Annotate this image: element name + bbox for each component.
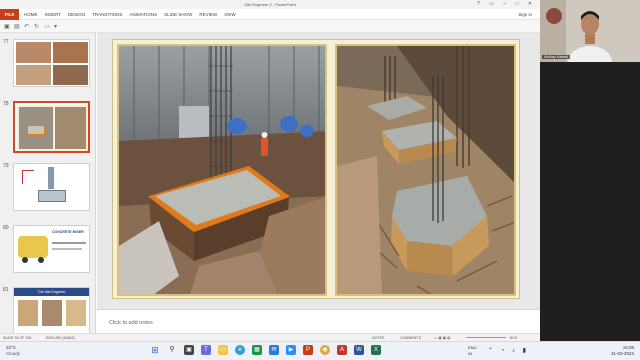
redo-icon[interactable]: ↻ bbox=[34, 23, 39, 30]
webcam-panel: Akshay Kadam bbox=[540, 0, 640, 341]
save-icon[interactable]: ▤ bbox=[14, 23, 20, 30]
task-view-icon[interactable]: ▣ bbox=[184, 345, 194, 355]
chrome-icon[interactable]: ◉ bbox=[320, 345, 330, 355]
search-icon[interactable]: ⚲ bbox=[167, 345, 177, 355]
participant-name: Akshay Kadam bbox=[542, 55, 571, 59]
slide-number: 80 bbox=[3, 225, 9, 231]
slide-thumbnail-78[interactable] bbox=[13, 101, 90, 153]
thumbnail-footing bbox=[38, 190, 66, 202]
thumbnail-line bbox=[22, 170, 34, 171]
excel-icon[interactable]: X bbox=[371, 345, 381, 355]
thumbnail-line bbox=[22, 170, 23, 184]
region-code: IN bbox=[468, 350, 472, 356]
word-icon[interactable]: W bbox=[354, 345, 364, 355]
thumbnail-photo bbox=[16, 42, 51, 63]
notes-pane[interactable]: Click to add notes bbox=[97, 309, 540, 333]
store-icon[interactable]: ▦ bbox=[252, 345, 262, 355]
footing-photo-left[interactable] bbox=[117, 44, 327, 296]
weather-widget[interactable]: 32°C Cloudy bbox=[6, 345, 20, 357]
comments-toggle[interactable]: COMMENTS bbox=[400, 336, 421, 340]
file-tab[interactable]: FILE bbox=[0, 9, 19, 20]
tab-insert[interactable]: INSERT bbox=[45, 12, 61, 17]
sign-in-link[interactable]: Sign in bbox=[518, 12, 532, 17]
window-title: Site Engineer 2 - PowerPoint bbox=[244, 2, 296, 7]
powerpoint-taskbar-icon[interactable]: P bbox=[303, 345, 313, 355]
thumbnail-caption: The Site Engineer bbox=[14, 288, 89, 296]
title-bar: Site Engineer 2 - PowerPoint ? ▭ – □ ✕ bbox=[0, 0, 540, 9]
slide-number: 81 bbox=[3, 287, 9, 293]
view-buttons-icon[interactable]: ▭ ▦ ▣ ▤ bbox=[434, 336, 451, 340]
taskbar: 32°C Cloudy ⊞ ⚲ ▣ T ▭ e ▦ ✉ ▶ P ◉ A W X … bbox=[0, 341, 640, 360]
powerpoint-logo-icon: ▣ bbox=[4, 24, 10, 30]
tab-review[interactable]: REVIEW bbox=[199, 12, 217, 17]
thumbnail-photo bbox=[66, 300, 86, 326]
start-icon[interactable]: ⊞ bbox=[150, 345, 160, 355]
notes-placeholder: Click to add notes bbox=[109, 320, 153, 326]
thumbnail-caption: CONCRETE MIXER bbox=[52, 230, 84, 234]
thumbnail-footing bbox=[27, 125, 45, 135]
tab-animations[interactable]: ANIMATIONS bbox=[129, 12, 157, 17]
thumbnail-wheel bbox=[38, 257, 44, 263]
mail-icon[interactable]: ✉ bbox=[269, 345, 279, 355]
ribbon-tabs: HOME INSERT DESIGN TRANSITIONS ANIMATION… bbox=[24, 12, 236, 17]
thumbnail-photo bbox=[55, 107, 86, 149]
slide-thumbnail-77[interactable] bbox=[13, 39, 90, 87]
language-indicator[interactable]: ENGLISH (INDIA) bbox=[46, 336, 75, 340]
current-slide[interactable] bbox=[112, 39, 520, 299]
slide-thumbnail-81[interactable]: The Site Engineer bbox=[13, 287, 90, 333]
tab-transitions[interactable]: TRANSITIONS bbox=[92, 12, 122, 17]
edge-icon[interactable]: e bbox=[235, 345, 245, 355]
quick-access-toolbar: ▣ ▤ ↶ ↻ ▭ ▾ bbox=[0, 20, 540, 33]
thumbnail-photo bbox=[53, 42, 88, 63]
thumbnail-column bbox=[48, 167, 54, 189]
taskbar-apps: ⊞ ⚲ ▣ T ▭ e ▦ ✉ ▶ P ◉ A W X bbox=[150, 345, 381, 355]
language-code: ENG bbox=[468, 345, 477, 350]
clock-date: 31-03-2022 bbox=[610, 351, 634, 356]
weather-condition: Cloudy bbox=[6, 351, 21, 356]
tab-home[interactable]: HOME bbox=[24, 12, 38, 17]
slide-thumbnail-pane[interactable]: 77 78 79 80 CONCRETE MIXER 81 The Site E… bbox=[0, 33, 96, 333]
status-bar: SLIDE 78 OF 106 ENGLISH (INDIA) NOTES CO… bbox=[0, 333, 540, 341]
slide-number: 77 bbox=[3, 39, 9, 45]
presenter-video bbox=[540, 0, 640, 62]
present-icon[interactable]: ▭ bbox=[44, 23, 50, 30]
thumbnail-wheel bbox=[22, 257, 28, 263]
slide-thumbnail-80[interactable]: CONCRETE MIXER bbox=[13, 225, 90, 273]
zoom-app-icon[interactable]: ▶ bbox=[286, 345, 296, 355]
window-controls[interactable]: ? ▭ – □ ✕ bbox=[477, 1, 536, 7]
thumbnail-photo bbox=[53, 65, 88, 85]
webcam-tile: Akshay Kadam bbox=[540, 0, 640, 62]
tab-view[interactable]: VIEW bbox=[224, 12, 236, 17]
tab-design[interactable]: DESIGN bbox=[68, 12, 85, 17]
tab-slide-show[interactable]: SLIDE SHOW bbox=[164, 12, 192, 17]
thumbnail-photo bbox=[42, 300, 62, 326]
input-language[interactable]: ENG IN bbox=[468, 345, 477, 356]
slide-counter: SLIDE 78 OF 106 bbox=[3, 336, 32, 340]
teams-icon[interactable]: T bbox=[201, 345, 211, 355]
thumbnail-photo bbox=[16, 65, 51, 85]
thumbnail-mixer bbox=[18, 236, 48, 258]
thumbnail-line bbox=[52, 242, 86, 244]
thumbnail-photo bbox=[18, 300, 38, 326]
slide-number: 78 bbox=[3, 101, 9, 107]
undo-icon[interactable]: ↶ bbox=[24, 23, 29, 30]
slide-editor[interactable]: Click to add notes bbox=[97, 33, 540, 333]
footing-photo-right-image bbox=[337, 46, 514, 294]
acrobat-icon[interactable]: A bbox=[337, 345, 347, 355]
notes-toggle[interactable]: NOTES bbox=[372, 336, 384, 340]
footing-photo-right[interactable] bbox=[335, 44, 516, 296]
slide-thumbnail-79[interactable] bbox=[13, 163, 90, 211]
slide-number: 79 bbox=[3, 163, 9, 169]
ribbon: FILE HOME INSERT DESIGN TRANSITIONS ANIM… bbox=[0, 9, 540, 20]
clock[interactable]: 15:08 31-03-2022 bbox=[611, 345, 634, 357]
zoom-level[interactable]: 81% bbox=[510, 336, 517, 340]
file-explorer-icon[interactable]: ▭ bbox=[218, 345, 228, 355]
footing-photo-left-image bbox=[119, 46, 325, 294]
thumbnail-line bbox=[52, 248, 82, 250]
customize-icon[interactable]: ▾ bbox=[54, 23, 57, 30]
zoom-slider[interactable] bbox=[466, 337, 506, 338]
tray-icons[interactable]: ⌃ ◔ ♪ ▮ bbox=[488, 347, 529, 354]
